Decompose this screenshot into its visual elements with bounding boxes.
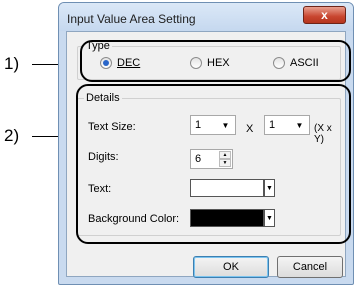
dialog-title: Input Value Area Setting: [67, 12, 196, 26]
ok-button[interactable]: OK: [193, 256, 269, 278]
cancel-button[interactable]: Cancel: [277, 256, 343, 278]
annotation-box-1: [80, 40, 351, 82]
title-bar[interactable]: Input Value Area Setting x: [59, 3, 353, 31]
annotation-2-label: 2): [4, 126, 20, 145]
annotation-box-2: [76, 84, 351, 244]
annotation-1-label: 1): [4, 54, 20, 73]
close-icon: x: [321, 8, 328, 22]
close-button[interactable]: x: [303, 6, 346, 24]
